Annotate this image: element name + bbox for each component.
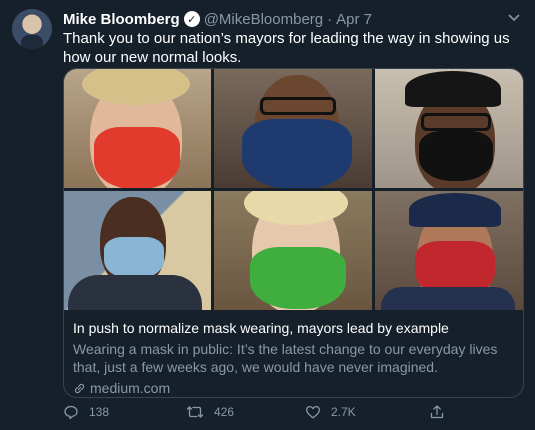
reply-count: 138 [89,405,110,419]
photo-mayor-6 [375,191,523,310]
tweet-header: Mike Bloomberg ✓ @MikeBloomberg · Apr 7 [63,9,372,29]
link-icon [73,382,86,395]
card-image-collage[interactable] [64,69,523,310]
reply-icon [63,404,79,420]
tweet-actions: 138 426 2.7K [63,404,463,424]
card-title[interactable]: In push to normalize mask wearing, mayor… [73,319,513,337]
reply-button[interactable]: 138 [63,404,109,420]
retweet-button[interactable]: 426 [186,404,234,420]
card-domain-text: medium.com [90,380,171,396]
retweet-count: 426 [214,405,235,419]
photo-mayor-2 [214,69,372,188]
share-icon [429,404,445,420]
author-handle[interactable]: @MikeBloomberg [204,11,323,28]
separator: · [327,10,333,28]
tweet[interactable]: Mike Bloomberg ✓ @MikeBloomberg · Apr 7 … [0,0,535,430]
heart-icon [305,404,321,420]
like-count: 2.7K [331,405,356,419]
tweet-text: Thank you to our nation’s mayors for lea… [63,30,510,66]
avatar[interactable] [12,9,52,49]
photo-mayor-4 [64,191,211,310]
photo-mayor-3 [375,69,523,188]
photo-mayor-1 [64,69,211,188]
author-name[interactable]: Mike Bloomberg [63,11,180,28]
chevron-down-icon[interactable] [507,10,521,24]
card-description: Wearing a mask in public: It’s the lates… [73,341,498,375]
tweet-date[interactable]: Apr 7 [336,11,372,28]
card-body[interactable]: In push to normalize mask wearing, mayor… [73,319,513,397]
verified-badge-icon: ✓ [183,11,200,27]
photo-mayor-5 [214,191,372,310]
share-button[interactable] [429,404,445,420]
like-button[interactable]: 2.7K [305,404,356,420]
retweet-icon [186,404,204,420]
link-card[interactable]: In push to normalize mask wearing, mayor… [63,68,524,398]
card-domain[interactable]: medium.com [73,379,513,397]
